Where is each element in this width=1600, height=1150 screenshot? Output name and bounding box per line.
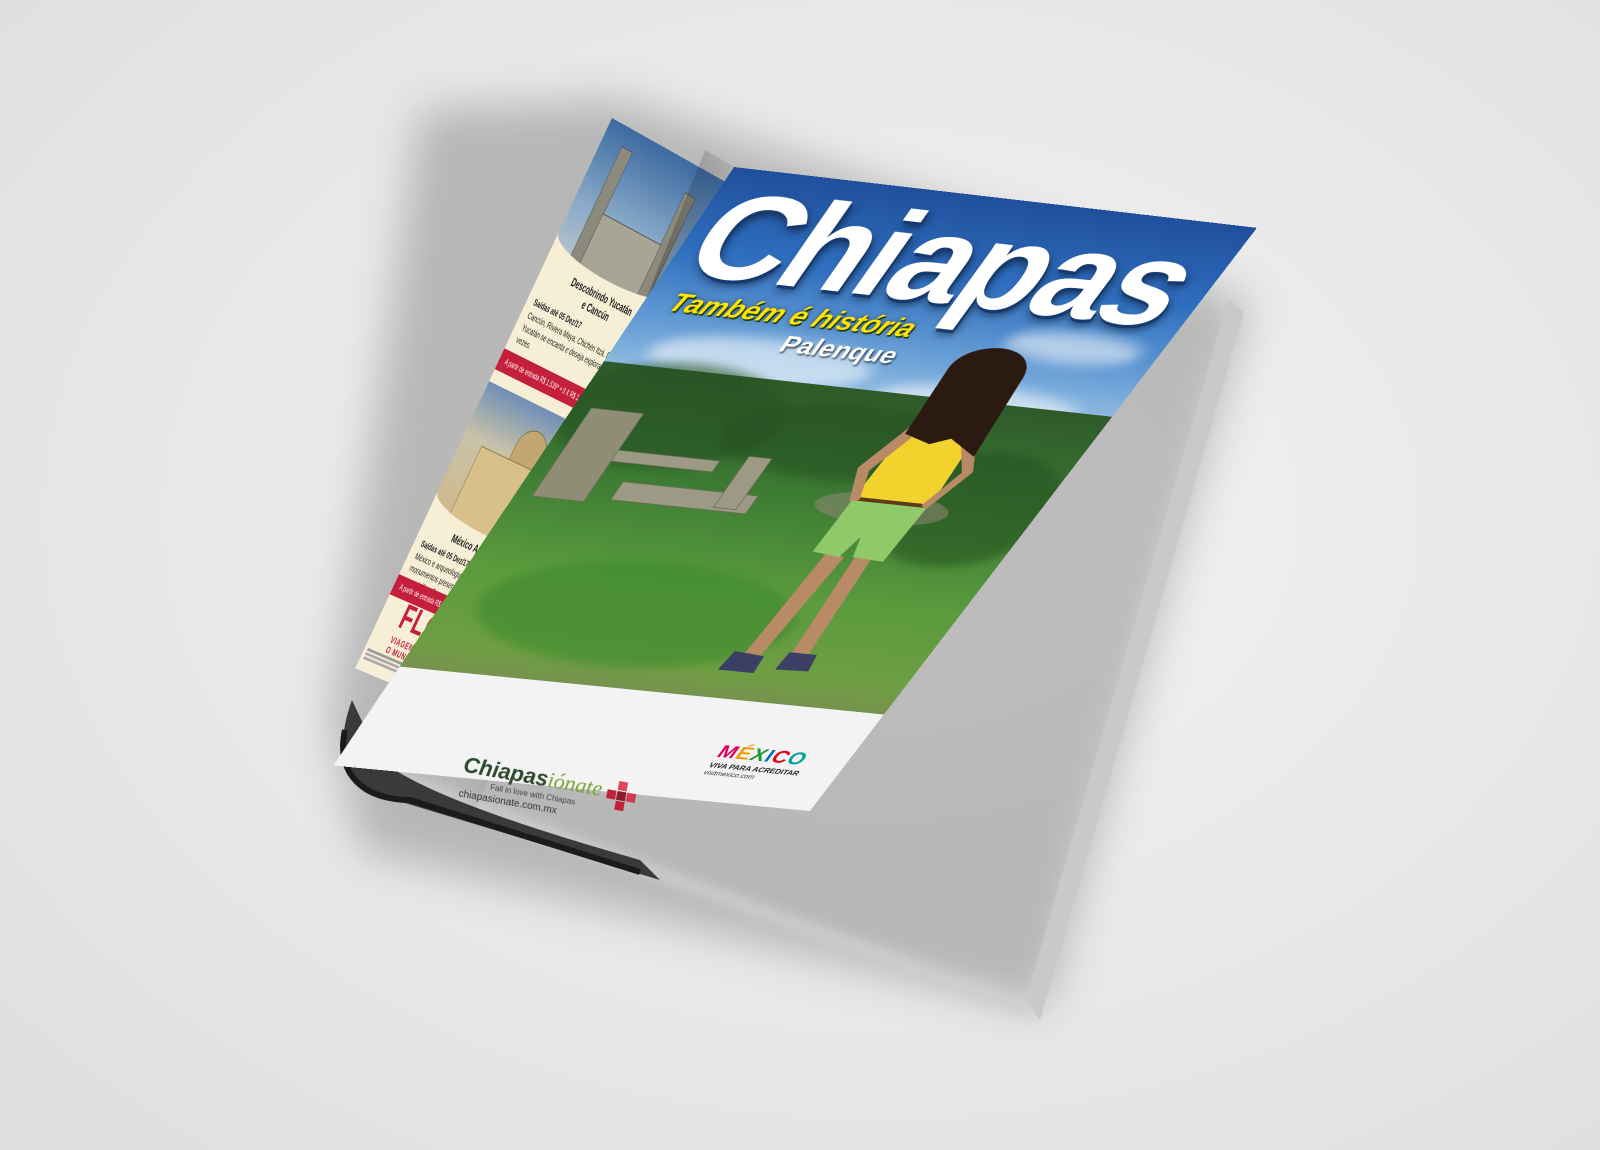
- scene: Descobrindo Yucatán e Cancún Saídas até …: [0, 0, 1600, 1150]
- chiapasionate-mosaic-icon: [605, 779, 639, 812]
